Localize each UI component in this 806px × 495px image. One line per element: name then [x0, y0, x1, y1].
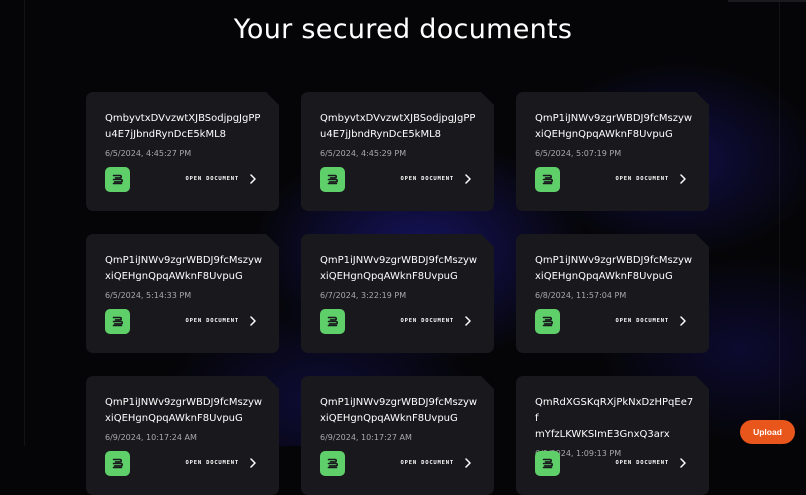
open-document-button[interactable]: OPEN DOCUMENT [186, 174, 257, 184]
chevron-right-icon [679, 174, 687, 184]
open-document-button[interactable]: OPEN DOCUMENT [401, 316, 472, 326]
document-card: QmbyvtxDVvzwtXJBSodjpgJgPP u4E7jJbndRynDc… [301, 92, 494, 211]
open-document-label: OPEN DOCUMENT [400, 176, 454, 182]
document-id: QmRdXGSKqRXjPkNxDzHPqEe7f mYfzLKWKSImE3Gn… [535, 397, 694, 440]
document-id: QmP1iJNWv9zgrWBDJ9fcMszyw xiQEHgnQpqAWknF… [320, 397, 478, 424]
document-id: QmbyvtxDVvzwtXJBSodjpgJgPP u4E7jJbndRynDc… [320, 113, 476, 140]
document-card: QmP1iJNWv9zgrWBDJ9fcMszyw xiQEHgnQpqAWknF… [301, 234, 494, 353]
open-document-button[interactable]: OPEN DOCUMENT [186, 458, 257, 468]
document-id: QmP1iJNWv9zgrWBDJ9fcMszyw xiQEHgnQpqAWknF… [105, 397, 263, 424]
page-title: Your secured documents [233, 14, 573, 45]
document-date: 6/9/2024, 10:17:27 AM [320, 433, 412, 442]
document-id: QmbyvtxDVvzwtXJBSodjpgJgPP u4E7jJbndRynDc… [105, 113, 261, 140]
document-date: 6/5/2024, 5:07:19 PM [535, 149, 622, 158]
document-card: QmP1iJNWv9zgrWBDJ9fcMszyw xiQEHgnQpqAWknF… [301, 376, 494, 495]
chevron-right-icon [249, 174, 257, 184]
document-stack-icon [105, 167, 130, 192]
document-id: QmP1iJNWv9zgrWBDJ9fcMszyw xiQEHgnQpqAWknF… [320, 255, 478, 282]
document-date: 6/5/2024, 4:45:29 PM [320, 149, 407, 158]
open-document-label: OPEN DOCUMENT [400, 460, 454, 466]
open-document-label: OPEN DOCUMENT [615, 460, 669, 466]
upload-button[interactable]: Upload [740, 420, 795, 444]
open-document-label: OPEN DOCUMENT [185, 318, 239, 324]
open-document-button[interactable]: OPEN DOCUMENT [616, 174, 687, 184]
document-stack-icon [535, 309, 560, 334]
document-stack-icon [105, 451, 130, 476]
document-stack-icon [320, 451, 345, 476]
document-card: QmRdXGSKqRXjPkNxDzHPqEe7f mYfzLKWKSImE3Gn… [516, 376, 709, 495]
document-id: QmP1iJNWv9zgrWBDJ9fcMszyw xiQEHgnQpqAWknF… [535, 255, 693, 282]
open-document-button[interactable]: OPEN DOCUMENT [401, 458, 472, 468]
open-document-label: OPEN DOCUMENT [615, 318, 669, 324]
open-document-label: OPEN DOCUMENT [400, 318, 454, 324]
open-document-label: OPEN DOCUMENT [615, 176, 669, 182]
right-divider [779, 0, 780, 446]
chevron-right-icon [249, 316, 257, 326]
document-stack-icon [105, 309, 130, 334]
document-id: QmP1iJNWv9zgrWBDJ9fcMszyw xiQEHgnQpqAWknF… [535, 113, 693, 140]
document-card: QmP1iJNWv9zgrWBDJ9fcMszyw xiQEHgnQpqAWknF… [516, 234, 709, 353]
chevron-right-icon [679, 316, 687, 326]
document-date: 6/9/2024, 10:17:24 AM [105, 433, 197, 442]
document-id: QmP1iJNWv9zgrWBDJ9fcMszyw xiQEHgnQpqAWknF… [105, 255, 263, 282]
document-date: 6/5/2024, 5:14:33 PM [105, 291, 192, 300]
document-stack-icon [320, 309, 345, 334]
chevron-right-icon [464, 458, 472, 468]
document-card: QmbyvtxDVvzwtXJBSodjpgJgPP u4E7jJbndRynDc… [86, 92, 279, 211]
chevron-right-icon [464, 174, 472, 184]
open-document-label: OPEN DOCUMENT [185, 176, 239, 182]
open-document-label: OPEN DOCUMENT [185, 460, 239, 466]
chevron-right-icon [249, 458, 257, 468]
open-document-button[interactable]: OPEN DOCUMENT [616, 316, 687, 326]
left-divider [24, 0, 25, 446]
document-date: 6/8/2024, 11:57:04 PM [535, 291, 627, 300]
document-card: QmP1iJNWv9zgrWBDJ9fcMszyw xiQEHgnQpqAWknF… [516, 92, 709, 211]
document-stack-icon [320, 167, 345, 192]
chevron-right-icon [464, 316, 472, 326]
open-document-button[interactable]: OPEN DOCUMENT [401, 174, 472, 184]
open-document-button[interactable]: OPEN DOCUMENT [186, 316, 257, 326]
document-card: QmP1iJNWv9zgrWBDJ9fcMszyw xiQEHgnQpqAWknF… [86, 234, 279, 353]
document-card: QmP1iJNWv9zgrWBDJ9fcMszyw xiQEHgnQpqAWknF… [86, 376, 279, 495]
document-stack-icon [535, 451, 560, 476]
document-date: 6/7/2024, 3:22:19 PM [320, 291, 407, 300]
chevron-right-icon [679, 458, 687, 468]
open-document-button[interactable]: OPEN DOCUMENT [616, 458, 687, 468]
document-date: 6/5/2024, 4:45:27 PM [105, 149, 192, 158]
document-stack-icon [535, 167, 560, 192]
top-strip [728, 0, 806, 2]
